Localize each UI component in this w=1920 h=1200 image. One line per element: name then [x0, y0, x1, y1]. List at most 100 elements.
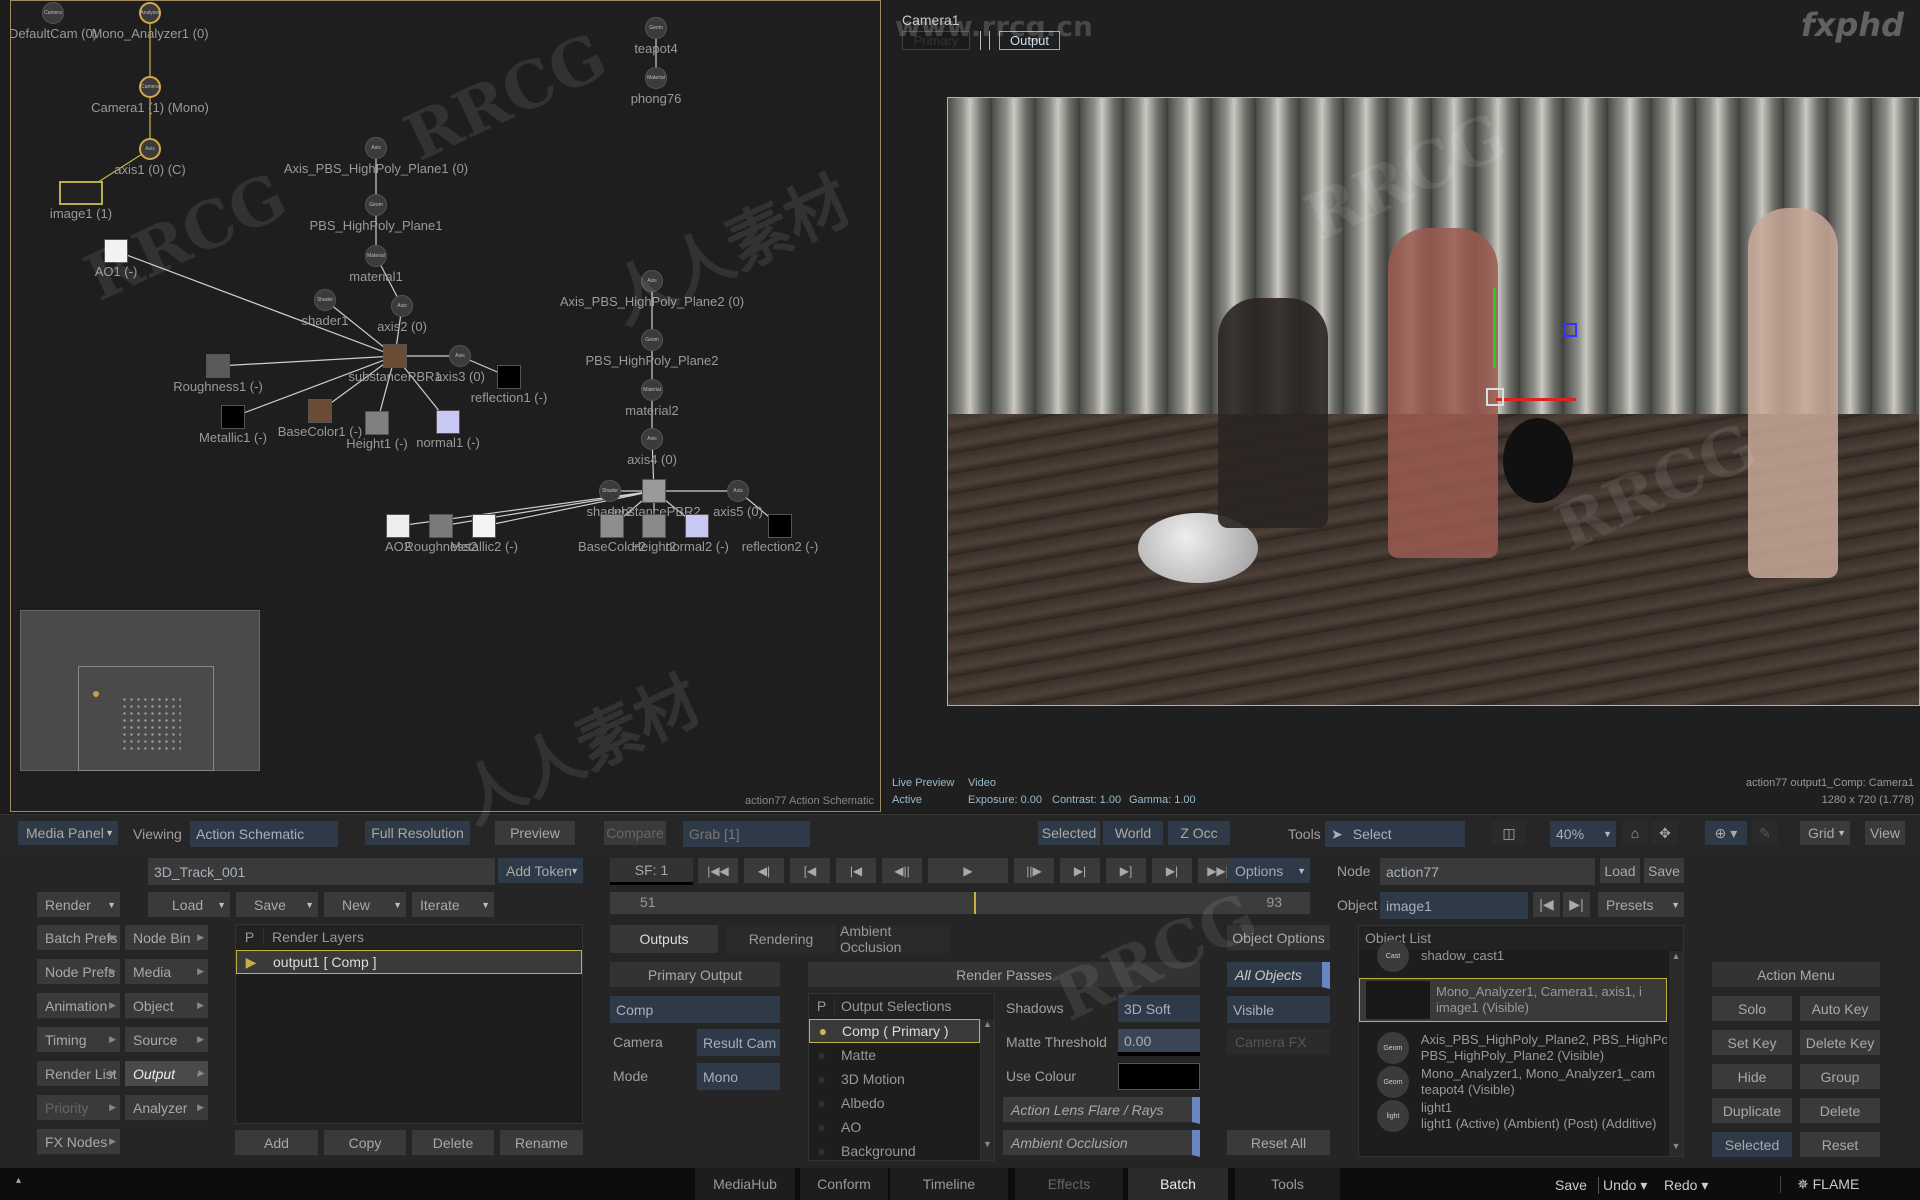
axis-gizmo-handle[interactable]: [1563, 323, 1577, 337]
timeline-scrubber[interactable]: 51 93: [610, 892, 1310, 914]
tab-rendering[interactable]: Rendering: [726, 925, 836, 953]
viewing-selector[interactable]: Action Schematic: [190, 821, 338, 847]
schematic-node-map[interactable]: [383, 344, 407, 368]
playhead[interactable]: [974, 892, 976, 914]
schematic-node[interactable]: Material: [641, 379, 663, 401]
schematic-node[interactable]: Material: [365, 245, 387, 267]
save-button[interactable]: Save: [1555, 1177, 1587, 1193]
object-list-item[interactable]: Mono_Analyzer1, Camera1, axis1, i image1 …: [1359, 978, 1667, 1022]
schematic-node-map[interactable]: [685, 514, 709, 538]
group-button[interactable]: Group: [1800, 1064, 1880, 1091]
duplicate-button[interactable]: Duplicate: [1712, 1098, 1792, 1125]
rename-layer-button[interactable]: Rename: [500, 1130, 583, 1157]
tab-ambient-occlusion[interactable]: Ambient Occlusion: [840, 923, 950, 955]
mode-selector[interactable]: Mono: [697, 1063, 780, 1090]
node-load-button[interactable]: Load: [1600, 858, 1640, 885]
schematic-node-map[interactable]: [365, 411, 389, 435]
full-resolution-button[interactable]: Full Resolution: [365, 821, 470, 847]
ambient-occlusion-toggle[interactable]: Ambient Occlusion: [1003, 1130, 1200, 1157]
visible-selector[interactable]: Visible: [1227, 996, 1330, 1023]
reset-all-button[interactable]: Reset All: [1227, 1130, 1330, 1157]
axis-gizmo-center[interactable]: [1486, 388, 1504, 406]
schematic-node-map[interactable]: [642, 479, 666, 503]
schematic-node-map[interactable]: [472, 514, 496, 538]
menu-button[interactable]: Node Prefs ▶: [37, 959, 120, 986]
step-forward-icon[interactable]: ||▶: [1014, 858, 1054, 885]
action-schematic-panel[interactable]: Camera DefaultCam (0) Analyzer Mono_Analyze…: [10, 0, 881, 812]
schematic-node-map[interactable]: [386, 514, 410, 538]
schematic-node[interactable]: Geom: [641, 329, 663, 351]
previous-object-icon[interactable]: |◀: [1533, 892, 1560, 919]
previous-keyframe-icon[interactable]: |◀: [836, 858, 876, 885]
auto-key-button[interactable]: Auto Key: [1800, 996, 1880, 1023]
node-save-button[interactable]: Save: [1644, 858, 1684, 885]
next-object-icon[interactable]: ▶|: [1563, 892, 1590, 919]
schematic-node[interactable]: Axis: [449, 345, 471, 367]
schematic-node[interactable]: Axis: [727, 480, 749, 502]
menu-button[interactable]: Object ▶: [125, 993, 208, 1020]
menu-button[interactable]: Output ▶: [125, 1061, 208, 1088]
output-selection-row[interactable]: ● Matte: [809, 1043, 980, 1067]
home-icon[interactable]: ⌂: [1622, 821, 1648, 847]
menu-button[interactable]: Media ▶: [125, 959, 208, 986]
load-button[interactable]: Load ▼: [148, 892, 230, 919]
next-key-icon[interactable]: ▶|: [1152, 858, 1192, 885]
set-key-button[interactable]: Set Key: [1712, 1030, 1792, 1057]
object-list-item[interactable]: Geom Mono_Analyzer1, Mono_Analyzer1_cam te…: [1359, 1065, 1667, 1099]
camera-selector[interactable]: Result Cam: [697, 1029, 780, 1056]
copy-layer-button[interactable]: Copy: [324, 1130, 406, 1157]
schematic-node[interactable]: Geom: [645, 17, 667, 39]
presets-dropdown[interactable]: Presets ▼: [1598, 892, 1684, 919]
schematic-node-map[interactable]: [308, 399, 332, 423]
save-button[interactable]: Save ▼: [236, 892, 318, 919]
preview-button[interactable]: Preview: [495, 821, 575, 847]
grab-selector[interactable]: Grab [1]: [683, 821, 810, 847]
solo-button[interactable]: Solo: [1712, 996, 1792, 1023]
viewer-panel[interactable]: Camera1 Primary Output Live Preview Vide…: [884, 0, 1920, 812]
schematic-node[interactable]: Analyzer: [139, 2, 161, 24]
shadows-selector[interactable]: 3D Soft: [1118, 995, 1200, 1022]
tab-mediahub[interactable]: MediaHub: [695, 1168, 795, 1200]
axis-gizmo-y[interactable]: [1493, 288, 1496, 368]
tab-timeline[interactable]: Timeline: [890, 1168, 1008, 1200]
output-selection-row[interactable]: ● Background: [809, 1139, 980, 1160]
world-toggle[interactable]: World: [1103, 821, 1163, 847]
schematic-node-map[interactable]: [436, 410, 460, 434]
schematic-node[interactable]: Camera: [139, 76, 161, 98]
target-icon[interactable]: ⊕ ▾: [1705, 821, 1747, 847]
schematic-node[interactable]: Material: [645, 67, 667, 89]
grid-dropdown[interactable]: Grid ▼: [1800, 821, 1850, 847]
video-frame[interactable]: [947, 97, 1920, 706]
object-list-item[interactable]: Cast shadow_cast1: [1359, 939, 1667, 973]
schematic-node-map[interactable]: [221, 405, 245, 429]
reset-button[interactable]: Reset: [1800, 1132, 1880, 1159]
object-list[interactable]: Object List Cast shadow_cast1 Mono_Analyze…: [1358, 925, 1684, 1157]
menu-button[interactable]: Timing ▶: [37, 1027, 120, 1054]
schematic-node[interactable]: Axis: [391, 295, 413, 317]
axis-gizmo-x[interactable]: [1496, 398, 1576, 401]
eyedropper-icon[interactable]: ✎: [1752, 821, 1778, 847]
schematic-node-thumbnail[interactable]: [59, 181, 103, 205]
menu-button[interactable]: Priority ▶: [37, 1095, 120, 1122]
tab-outputs[interactable]: Outputs: [610, 925, 718, 953]
new-button[interactable]: New ▼: [324, 892, 406, 919]
use-colour-swatch[interactable]: [1118, 1063, 1200, 1090]
schematic-node-map[interactable]: [497, 365, 521, 389]
output-selection-row[interactable]: ● Albedo: [809, 1091, 980, 1115]
next-mark-icon[interactable]: ▶]: [1106, 858, 1146, 885]
schematic-node-map[interactable]: [104, 239, 128, 263]
render-button[interactable]: Render ▼: [37, 892, 120, 919]
schematic-node-map[interactable]: [206, 354, 230, 378]
render-name-field[interactable]: 3D_Track_001: [148, 858, 495, 885]
tab-effects[interactable]: Effects: [1015, 1168, 1123, 1200]
add-token-button[interactable]: Add Token ▼: [498, 858, 583, 885]
lens-flare-toggle[interactable]: Action Lens Flare / Rays: [1003, 1097, 1200, 1124]
iterate-button[interactable]: Iterate ▼: [412, 892, 494, 919]
redo-button[interactable]: Redo ▾: [1664, 1177, 1708, 1194]
previous-mark-icon[interactable]: [◀: [790, 858, 830, 885]
schematic-node-map[interactable]: [429, 514, 453, 538]
schematic-minimap[interactable]: [20, 610, 260, 771]
menu-button[interactable]: Render List ▶: [37, 1061, 120, 1088]
menu-button[interactable]: Node Bin ▶: [125, 925, 208, 952]
delete-layer-button[interactable]: Delete: [412, 1130, 494, 1157]
